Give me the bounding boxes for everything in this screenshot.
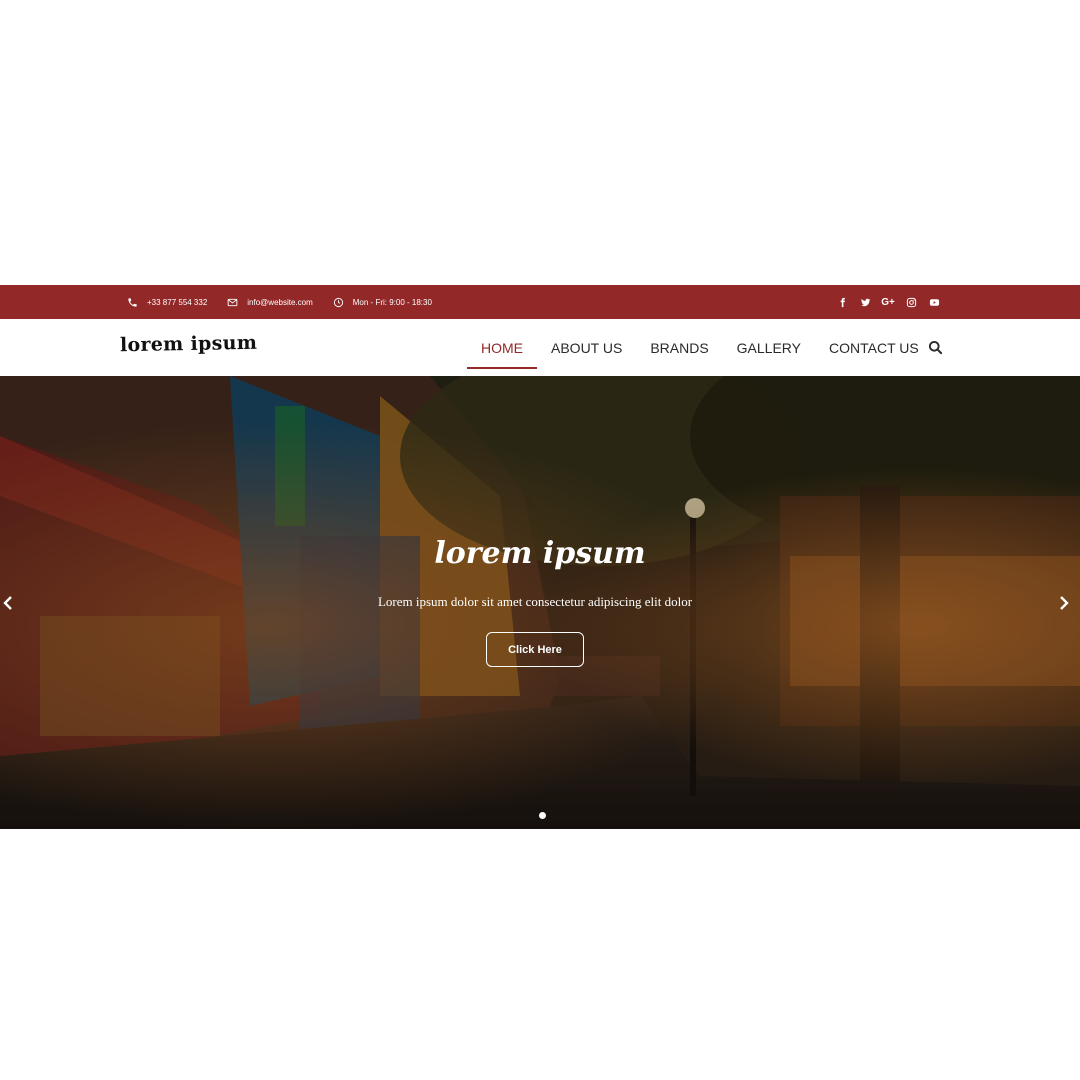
youtube-icon[interactable] xyxy=(928,296,940,308)
main-menu: HOME ABOUT US BRANDS GALLERY CONTACT US xyxy=(467,319,933,376)
hours-text: Mon - Fri: 9:00 - 18:30 xyxy=(352,297,432,307)
phone-icon xyxy=(128,297,137,307)
top-bar: +33 877 554 332 info@website.com Mon - F… xyxy=(0,285,1080,319)
site-logo[interactable]: lorem ipsum xyxy=(120,332,258,356)
email-contact[interactable]: info@website.com xyxy=(227,297,313,308)
hero-title: lorem ipsum xyxy=(434,536,646,571)
facebook-icon[interactable] xyxy=(836,296,848,308)
phone-text: +33 877 554 332 xyxy=(147,297,208,307)
twitter-icon[interactable] xyxy=(859,296,871,308)
email-text: info@website.com xyxy=(247,297,313,307)
social-links: G+ xyxy=(825,285,940,319)
search-icon[interactable] xyxy=(928,340,943,355)
chevron-right-icon[interactable] xyxy=(1058,595,1070,611)
nav-home[interactable]: HOME xyxy=(467,319,537,376)
instagram-icon[interactable] xyxy=(905,296,917,308)
clock-icon xyxy=(333,297,343,307)
hero-cta-button[interactable]: Click Here xyxy=(486,632,584,667)
chevron-left-icon[interactable] xyxy=(2,595,14,611)
nav-brands[interactable]: BRANDS xyxy=(636,319,722,376)
nav-contact-us[interactable]: CONTACT US xyxy=(815,319,933,376)
hero-subtitle: Lorem ipsum dolor sit amet consectetur a… xyxy=(377,594,693,609)
main-navbar: lorem ipsum HOME ABOUT US BRANDS GALLERY… xyxy=(0,319,1080,376)
phone-contact[interactable]: +33 877 554 332 xyxy=(127,297,207,308)
hours-info: Mon - Fri: 9:00 - 18:30 xyxy=(333,297,432,308)
envelope-icon xyxy=(227,298,238,306)
slider-dot[interactable] xyxy=(539,812,546,819)
nav-gallery[interactable]: GALLERY xyxy=(723,319,815,376)
contact-info: +33 877 554 332 info@website.com Mon - F… xyxy=(127,285,452,319)
hero-slider: lorem ipsum Lorem ipsum dolor sit amet c… xyxy=(0,376,1080,829)
nav-about-us[interactable]: ABOUT US xyxy=(537,319,636,376)
google-plus-icon[interactable]: G+ xyxy=(881,296,895,308)
